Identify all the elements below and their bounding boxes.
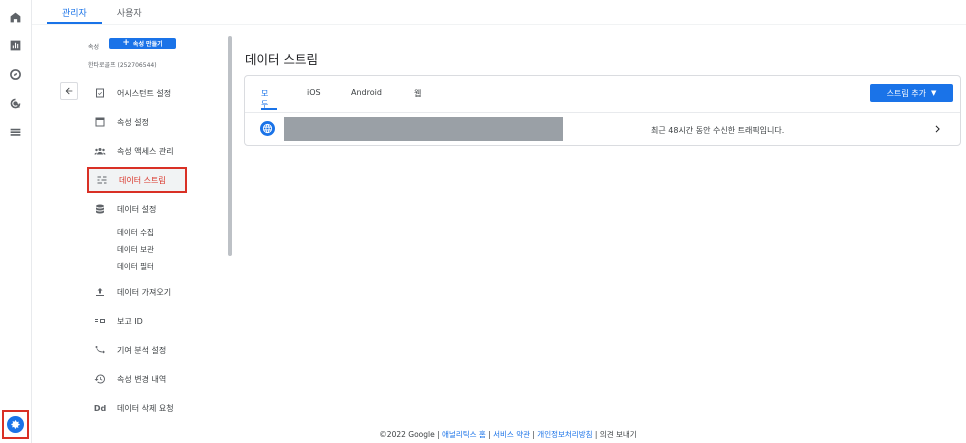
footer-link-terms[interactable]: 서비스 약관 (493, 430, 530, 439)
footer-copyright: ©2022 Google (379, 430, 435, 439)
property-settings-icon (93, 115, 107, 129)
sidebar-subitem-data-retention[interactable]: 데이터 보관 (117, 244, 154, 255)
create-property-button[interactable]: + 속성 만들기 (109, 38, 176, 49)
tab-ios[interactable]: iOS (307, 76, 321, 110)
sidebar-item-label: 데이터 스트림 (119, 175, 166, 185)
sidebar-subitem-data-collection[interactable]: 데이터 수집 (117, 227, 154, 238)
sidebar-item-label: 데이터 삭제 요청 (117, 403, 174, 413)
chevron-right-icon[interactable] (932, 122, 944, 136)
sidebar-item-reporting-identity[interactable]: 보고 ID (87, 308, 187, 334)
sidebar-item-label: 데이터 가져오기 (117, 287, 172, 297)
sidebar-item-label: 보고 ID (117, 316, 143, 326)
attribution-icon (93, 343, 107, 357)
sidebar-item-data-import[interactable]: 데이터 가져오기 (87, 279, 187, 305)
tab-android[interactable]: Android (351, 76, 382, 110)
add-stream-button[interactable]: 스트림 추가 ▼ (870, 84, 953, 102)
sidebar-item-access-management[interactable]: 속성 액세스 관리 (87, 138, 187, 164)
sidebar-item-label: 데이터 설정 (117, 204, 157, 214)
sidebar-item-data-settings[interactable]: 데이터 설정 (87, 196, 187, 222)
footer-separator: | (592, 430, 600, 439)
sidebar-item-property-settings[interactable]: 속성 설정 (87, 109, 187, 135)
upload-icon (93, 285, 107, 299)
sidebar-item-label: 속성 변경 내역 (117, 374, 167, 384)
configure-icon[interactable] (8, 125, 22, 139)
tab-user[interactable]: 사용자 (102, 0, 157, 24)
sidebar-subitem-data-filters[interactable]: 데이터 필터 (117, 261, 154, 272)
property-label: 속성 (88, 44, 100, 51)
footer-feedback[interactable]: 의견 보내기 (600, 430, 637, 439)
home-icon[interactable] (8, 10, 22, 24)
top-divider (32, 24, 966, 25)
sidebar-item-change-history[interactable]: 속성 변경 내역 (87, 366, 187, 392)
footer: ©2022 Google | 애널리틱스 홈 | 서비스 약관 | 개인정보처리… (0, 429, 966, 440)
stream-row[interactable]: 최근 48시간 동안 수신한 트래픽입니다. (245, 113, 960, 146)
reporting-id-icon (93, 314, 107, 328)
active-tab-indicator (261, 108, 277, 110)
top-tabs: 관리자 사용자 (47, 0, 157, 24)
tab-web[interactable]: 웹 (414, 76, 421, 110)
globe-icon (260, 121, 275, 136)
arrow-left-icon (65, 87, 73, 95)
left-rail (0, 0, 32, 443)
sidebar-item-data-deletion[interactable]: Dd 데이터 삭제 요청 (87, 395, 187, 421)
footer-link-privacy[interactable]: 개인정보처리방침 (537, 430, 592, 439)
tab-all[interactable]: 모두 (261, 76, 268, 110)
sidebar-item-label: 어시스턴트 설정 (117, 88, 172, 98)
page-title: 데이터 스트림 (245, 52, 318, 67)
footer-separator: | (485, 430, 494, 439)
redacted-stream-name (284, 117, 563, 141)
database-icon (93, 202, 107, 216)
checklist-icon (93, 86, 107, 100)
caret-down-icon: ▼ (930, 89, 937, 97)
tab-admin[interactable]: 관리자 (47, 0, 102, 24)
back-button[interactable] (60, 82, 78, 100)
reports-icon[interactable] (8, 38, 22, 52)
people-icon (93, 144, 107, 158)
create-property-label: 속성 만들기 (132, 41, 163, 48)
sidebar-item-data-streams[interactable]: 데이터 스트림 (87, 167, 187, 193)
sidebar-item-attribution-settings[interactable]: 기여 분석 설정 (87, 337, 187, 363)
add-stream-label: 스트림 추가 (886, 88, 926, 98)
data-streams-icon (95, 173, 109, 187)
sidebar-item-setup-assistant[interactable]: 어시스턴트 설정 (87, 80, 187, 106)
property-name[interactable]: 한타로골프 (252706544) (88, 60, 157, 69)
sidebar-item-label: 속성 액세스 관리 (117, 146, 174, 156)
explore-icon[interactable] (8, 67, 22, 81)
sidebar-item-label: 속성 설정 (117, 117, 149, 127)
footer-link-analytics-home[interactable]: 애널리틱스 홈 (442, 430, 486, 439)
traffic-status: 최근 48시간 동안 수신한 트래픽입니다. (651, 126, 785, 135)
sidebar-item-label: 기여 분석 설정 (117, 345, 167, 355)
footer-separator: | (434, 430, 443, 439)
sidebar-scrollbar[interactable] (228, 36, 232, 256)
history-icon (93, 372, 107, 386)
plus-icon: + (122, 38, 130, 48)
delete-request-icon: Dd (93, 403, 107, 413)
data-streams-card: 모두 iOS Android 웹 스트림 추가 ▼ 최근 48시간 동안 수신한… (244, 75, 961, 146)
advertising-icon[interactable] (8, 96, 22, 110)
